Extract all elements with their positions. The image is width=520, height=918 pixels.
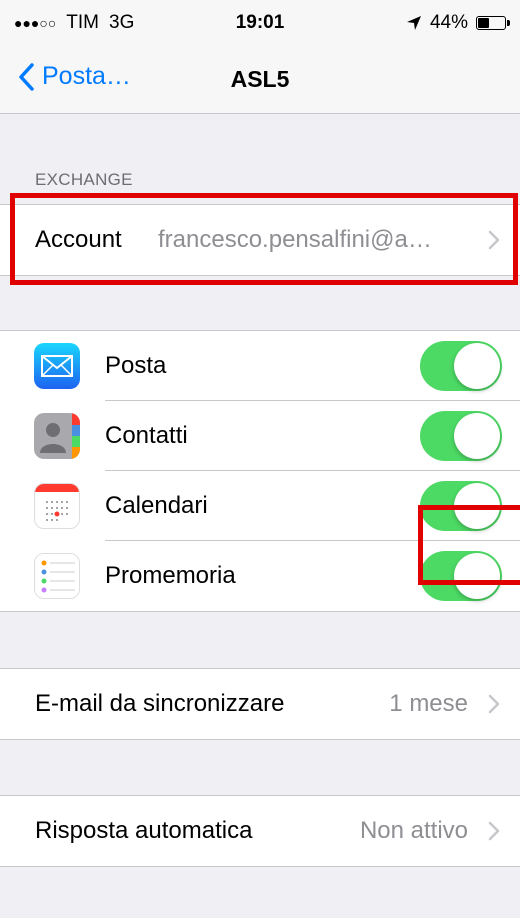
toggle-knob	[454, 413, 500, 459]
reminders-icon	[34, 553, 80, 599]
page-title: ASL5	[230, 66, 290, 92]
sync-item-posta: Posta	[0, 331, 520, 401]
account-highlight-box	[10, 193, 518, 285]
chevron-right-icon	[488, 821, 500, 841]
auto-reply-row[interactable]: Risposta automatica Non attivo	[0, 796, 520, 866]
toggle-highlight-box	[418, 505, 520, 585]
mail-sync-value: 1 mese	[389, 690, 468, 717]
location-arrow-icon	[406, 16, 421, 30]
sync-item-label: Calendari	[105, 492, 208, 519]
toggle-knob	[454, 343, 500, 389]
mail-sync-row[interactable]: E-mail da sincronizzare 1 mese	[0, 669, 520, 739]
chevron-right-icon	[488, 694, 500, 714]
sync-item-contatti: Contatti	[0, 401, 520, 471]
status-bar: ●●●○○ TIM 3G 19:01 44%	[0, 0, 520, 44]
battery-icon	[476, 16, 510, 30]
mail-icon	[34, 343, 80, 389]
mail-sync-label: E-mail da sincronizzare	[35, 690, 285, 717]
sync-item-label: Promemoria	[105, 562, 236, 589]
auto-reply-value: Non attivo	[359, 817, 468, 844]
calendar-icon	[34, 483, 80, 529]
mail-sync-group: E-mail da sincronizzare 1 mese	[0, 668, 520, 740]
posta-toggle[interactable]	[420, 341, 502, 391]
sync-item-label: Contatti	[105, 422, 188, 449]
auto-reply-group: Risposta automatica Non attivo	[0, 795, 520, 867]
navigation-bar: Posta… ASL5	[0, 44, 520, 114]
contatti-toggle[interactable]	[420, 411, 502, 461]
status-right: 44%	[406, 12, 510, 34]
battery-fill	[478, 18, 490, 28]
auto-reply-label: Risposta automatica	[35, 817, 253, 844]
battery-percent: 44%	[429, 12, 468, 33]
exchange-section-header: EXCHANGE	[35, 170, 133, 189]
contacts-icon	[34, 413, 80, 459]
sync-item-label: Posta	[105, 352, 167, 379]
